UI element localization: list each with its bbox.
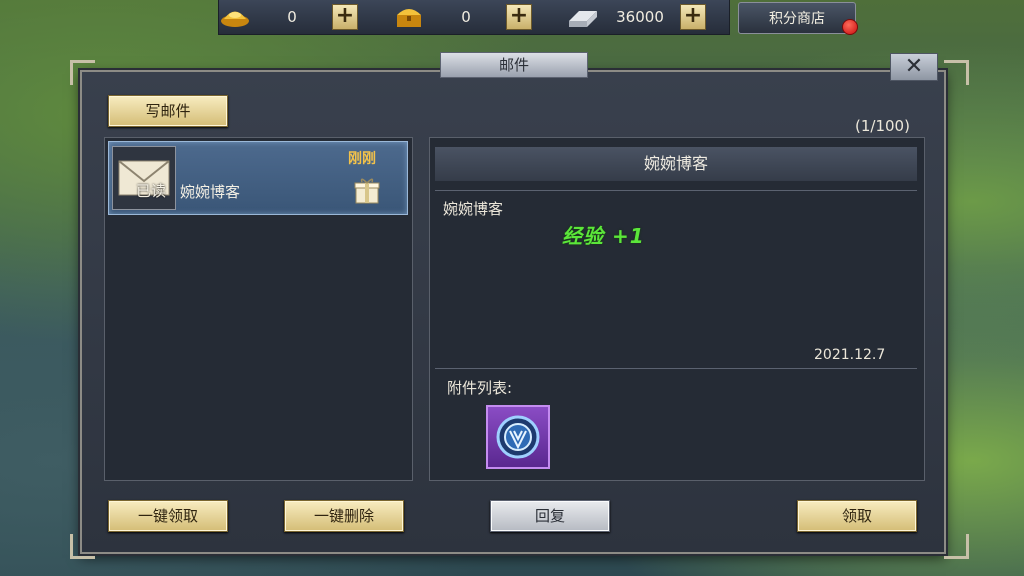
- silver-value: 36000: [616, 8, 664, 26]
- add-gold-button[interactable]: +: [332, 4, 358, 30]
- claim-all-button[interactable]: 一键领取: [108, 500, 228, 532]
- corner-ornament: [70, 60, 95, 85]
- corner-ornament: [944, 60, 969, 85]
- attachment-item[interactable]: [486, 405, 550, 469]
- resource-gold: 0 +: [218, 0, 358, 34]
- silver-ingot-icon: [566, 3, 600, 31]
- detail-title: 婉婉博客: [435, 147, 917, 181]
- resource-silver: 36000 +: [566, 0, 706, 34]
- reply-button[interactable]: 回复: [490, 500, 610, 532]
- divider: [435, 368, 917, 369]
- gold-value: 0: [287, 8, 297, 26]
- claim-button[interactable]: 领取: [797, 500, 917, 532]
- close-button[interactable]: ✕: [890, 53, 938, 81]
- resource-chest: 0 +: [392, 0, 532, 34]
- add-chest-button[interactable]: +: [506, 4, 532, 30]
- reward-text: 经验 +1: [562, 224, 645, 248]
- corner-ornament: [70, 534, 95, 559]
- notification-dot: [842, 19, 858, 35]
- corner-ornament: [944, 534, 969, 559]
- add-silver-button[interactable]: +: [680, 4, 706, 30]
- compose-button[interactable]: 写邮件: [108, 95, 228, 127]
- window-title: 邮件: [440, 52, 588, 78]
- attachments-label: 附件列表:: [447, 379, 513, 397]
- chest-value: 0: [461, 8, 471, 26]
- mail-date: 2021.12.7: [814, 347, 886, 363]
- treasure-chest-icon: [392, 3, 426, 31]
- mail-sender: 婉婉博客: [180, 183, 241, 201]
- delete-all-button[interactable]: 一键删除: [284, 500, 404, 532]
- mail-count: (1/100): [855, 117, 910, 135]
- mail-time: 刚刚: [348, 151, 376, 167]
- detail-sender: 婉婉博客: [443, 200, 504, 218]
- read-status: 已读: [136, 182, 167, 200]
- divider: [435, 190, 917, 191]
- points-shop-button[interactable]: 积分商店: [738, 2, 856, 34]
- experience-orb-icon: [496, 415, 540, 459]
- gift-icon: [354, 176, 380, 204]
- gold-ingot-icon: [218, 3, 252, 31]
